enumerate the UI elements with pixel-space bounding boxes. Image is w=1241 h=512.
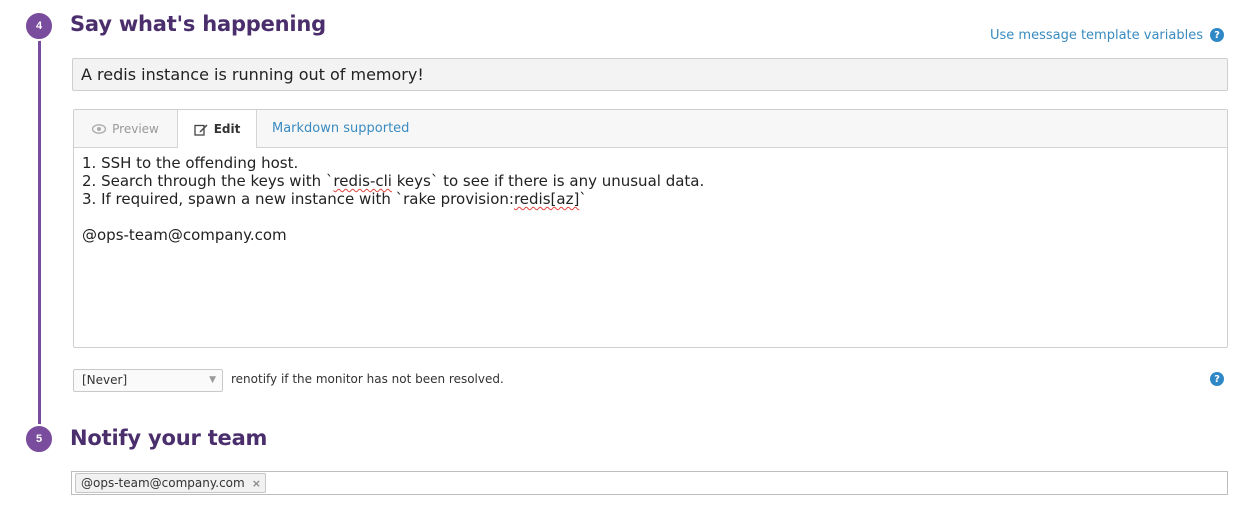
message-text: 2. Search through the keys with ` [82,172,334,190]
message-line: 1. SSH to the offending host. [82,154,299,172]
message-body-textarea[interactable]: 1. SSH to the offending host. 2. Search … [74,148,1227,250]
section-heading-say-whats-happening: Say what's happening [70,12,327,36]
message-text: 3. If required, spawn a new instance wit… [82,190,514,208]
message-editor: Preview Edit Markdown supported 1. SSH t… [73,109,1228,348]
remove-recipient-icon[interactable]: × [252,477,261,490]
renotify-selected-value: [Never] [82,373,128,387]
eye-icon [92,123,107,134]
message-line: 3. If required, spawn a new instance wit… [82,190,1219,208]
misspelled-word: redis-cli [333,172,392,190]
step-5-badge: 5 [24,424,54,454]
tab-preview[interactable]: Preview [74,110,178,147]
edit-icon [194,123,208,136]
help-icon[interactable]: ? [1210,372,1224,386]
recipient-chip: @ops-team@company.com × [75,473,266,493]
renotify-select[interactable]: [Never] ▼ [73,369,223,392]
recipient-chip-label: @ops-team@company.com [81,476,245,490]
message-title-input[interactable]: A redis instance is running out of memor… [72,58,1228,91]
tab-edit[interactable]: Edit [178,110,257,148]
misspelled-word: redis[az] [513,190,580,208]
message-template-variables-link[interactable]: Use message template variables [990,28,1203,43]
message-line: 2. Search through the keys with `redis-c… [82,172,1219,190]
recipients-input[interactable]: @ops-team@company.com × [71,471,1228,495]
tab-edit-label: Edit [213,122,241,136]
step-4-badge: 4 [24,11,54,41]
chevron-down-icon: ▼ [209,375,216,385]
markdown-supported-link[interactable]: Markdown supported [257,110,427,147]
tab-preview-label: Preview [112,121,159,136]
message-text: keys` to see if there is any unusual dat… [391,172,705,190]
message-text: ` [579,190,587,208]
renotify-label: renotify if the monitor has not been res… [231,372,504,386]
steps-connector-line [38,26,41,440]
message-line: @ops-team@company.com [82,226,287,244]
help-icon[interactable]: ? [1210,28,1224,42]
section-heading-notify-your-team: Notify your team [70,426,268,450]
editor-tabs: Preview Edit Markdown supported [74,110,1227,148]
